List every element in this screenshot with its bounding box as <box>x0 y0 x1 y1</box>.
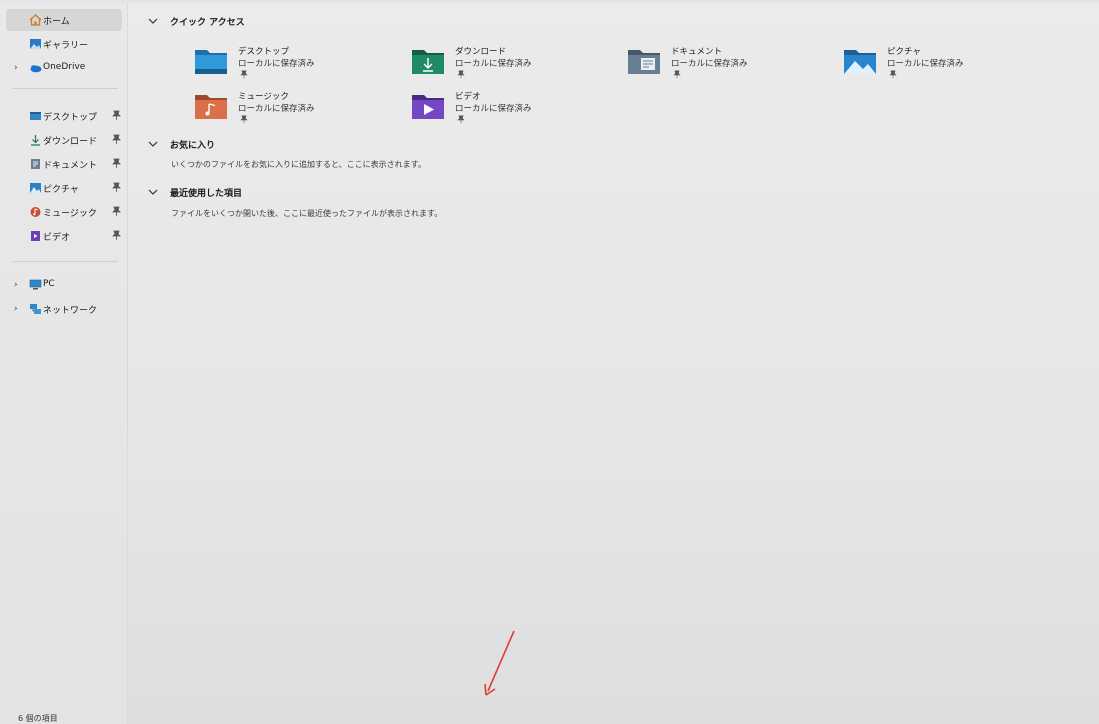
pictures-icon <box>29 182 42 194</box>
sidebar-item-onedrive[interactable]: › OneDrive <box>6 57 122 79</box>
tile-status: ローカルに保存済み <box>455 104 532 114</box>
sidebar-item-downloads[interactable]: ダウンロード <box>6 129 122 151</box>
tile-name: ピクチャ <box>887 47 921 57</box>
chevron-down-icon[interactable] <box>146 16 160 26</box>
music-icon <box>29 206 42 218</box>
video-icon <box>29 230 42 242</box>
sidebar-item-label: ホーム <box>43 17 70 27</box>
sidebar-item-label: ビデオ <box>43 233 71 243</box>
sidebar-item-gallery[interactable]: ギャラリー <box>6 33 122 55</box>
section-title: 最近使用した項目 <box>170 188 243 199</box>
document-icon <box>29 158 42 170</box>
pin-icon <box>457 115 465 124</box>
quick-access-tile-music[interactable]: ミュージック ローカルに保存済み <box>194 90 394 128</box>
chevron-right-icon[interactable]: › <box>14 303 24 315</box>
sidebar-divider <box>12 261 118 262</box>
gallery-icon <box>29 38 42 50</box>
tile-status: ローカルに保存済み <box>238 104 315 114</box>
file-explorer-window: ホーム ギャラリー › OneDrive デスクトップ ダウンロード ドキュメン… <box>0 3 1099 724</box>
sidebar-item-label: ドキュメント <box>43 161 98 171</box>
sidebar-item-videos[interactable]: ビデオ <box>6 225 122 247</box>
chevron-down-icon[interactable] <box>146 187 160 197</box>
pin-icon <box>240 70 248 79</box>
chevron-right-icon[interactable]: › <box>14 279 24 291</box>
sidebar-item-label: ダウンロード <box>43 137 98 147</box>
sidebar-item-label: デスクトップ <box>43 113 98 123</box>
sidebar-divider <box>12 88 118 89</box>
content-pane: クイック アクセス デスクトップ ローカルに保存済み ダウンロード ローカルに保… <box>128 3 1099 724</box>
pin-icon[interactable] <box>112 110 121 121</box>
pc-monitor-icon <box>29 279 42 291</box>
pin-icon <box>673 70 681 79</box>
quick-access-tile-downloads[interactable]: ダウンロード ローカルに保存済み <box>411 45 611 83</box>
tile-name: ドキュメント <box>671 47 723 57</box>
sidebar-item-label: PC <box>43 279 55 289</box>
tile-name: デスクトップ <box>238 47 290 57</box>
tile-status: ローカルに保存済み <box>238 59 315 69</box>
chevron-down-icon[interactable] <box>146 139 160 149</box>
annotation-arrow-icon <box>484 630 515 696</box>
navigation-pane: ホーム ギャラリー › OneDrive デスクトップ ダウンロード ドキュメン… <box>0 3 128 724</box>
sidebar-item-label: ネットワーク <box>43 306 98 316</box>
tile-status: ローカルに保存済み <box>887 59 964 69</box>
sidebar-item-documents[interactable]: ドキュメント <box>6 153 122 175</box>
downloads-folder-icon <box>412 50 444 74</box>
tile-status: ローカルに保存済み <box>455 59 532 69</box>
quick-access-tile-videos[interactable]: ビデオ ローカルに保存済み <box>411 90 611 128</box>
tile-status: ローカルに保存済み <box>671 59 748 69</box>
desktop-folder-icon <box>195 50 227 74</box>
home-icon <box>29 14 42 26</box>
sidebar-item-music[interactable]: ミュージック <box>6 201 122 223</box>
onedrive-cloud-icon <box>29 62 42 74</box>
music-folder-icon <box>195 95 227 119</box>
documents-folder-icon <box>628 50 660 74</box>
tile-name: ダウンロード <box>455 47 507 57</box>
quick-access-tile-pictures[interactable]: ピクチャ ローカルに保存済み <box>843 45 1043 83</box>
favorites-empty-message: いくつかのファイルをお気に入りに追加すると、ここに表示されます。 <box>171 160 426 169</box>
sidebar-item-label: ピクチャ <box>43 185 79 195</box>
sidebar-item-desktop[interactable]: デスクトップ <box>6 105 122 127</box>
chevron-right-icon[interactable]: › <box>14 62 24 74</box>
sidebar-item-pictures[interactable]: ピクチャ <box>6 177 122 199</box>
quick-access-tile-desktop[interactable]: デスクトップ ローカルに保存済み <box>194 45 394 83</box>
pictures-folder-icon <box>844 50 876 74</box>
sidebar-item-label: OneDrive <box>43 62 86 72</box>
quick-access-tile-documents[interactable]: ドキュメント ローカルに保存済み <box>627 45 827 83</box>
pin-icon[interactable] <box>112 206 121 217</box>
status-bar-item-count: 6 個の項目 <box>18 714 58 723</box>
recent-empty-message: ファイルをいくつか開いた後、ここに最近使ったファイルが表示されます。 <box>171 209 443 218</box>
pin-icon[interactable] <box>112 182 121 193</box>
pin-icon[interactable] <box>112 230 121 241</box>
tile-name: ビデオ <box>455 92 481 102</box>
desktop-folder-icon <box>29 110 42 122</box>
recent-header[interactable]: 最近使用した項目 <box>146 184 242 200</box>
sidebar-item-network[interactable]: › ネットワーク <box>6 298 122 320</box>
pin-icon <box>240 115 248 124</box>
section-title: クイック アクセス <box>170 17 245 28</box>
pin-icon[interactable] <box>112 158 121 169</box>
pin-icon[interactable] <box>112 134 121 145</box>
section-title: お気に入り <box>170 140 216 151</box>
videos-folder-icon <box>412 95 444 119</box>
sidebar-item-label: ギャラリー <box>43 41 89 51</box>
tile-name: ミュージック <box>238 92 289 102</box>
pin-icon <box>889 70 897 79</box>
favorites-header[interactable]: お気に入り <box>146 136 215 152</box>
sidebar-item-label: ミュージック <box>43 209 97 219</box>
pin-icon <box>457 70 465 79</box>
network-icon <box>29 303 42 315</box>
quick-access-header[interactable]: クイック アクセス <box>146 13 245 29</box>
sidebar-item-pc[interactable]: › PC <box>6 274 122 296</box>
download-icon <box>29 134 42 146</box>
sidebar-item-home[interactable]: ホーム <box>6 9 122 31</box>
